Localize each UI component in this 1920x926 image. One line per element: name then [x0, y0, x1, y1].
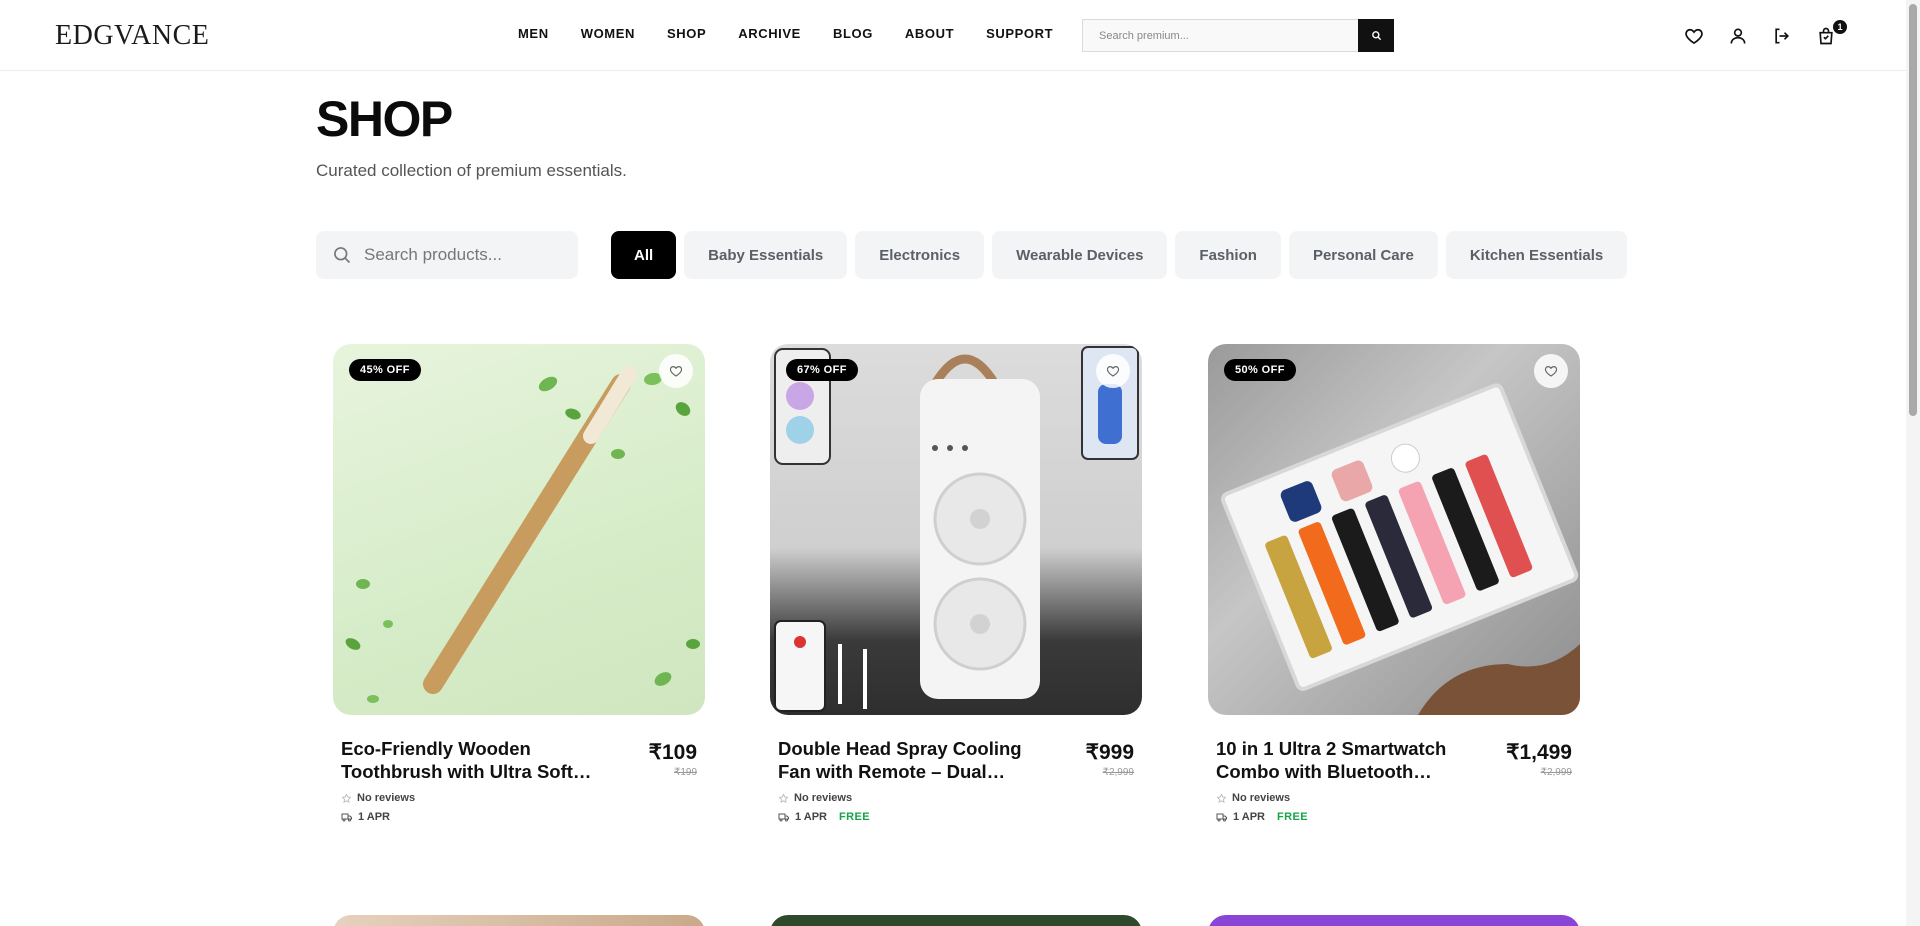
product-card[interactable]: 45% OFF Eco-Friendly Wooden Toothbrush w…	[333, 344, 705, 823]
product-search-input[interactable]	[364, 231, 569, 279]
category-chip-personal-care[interactable]: Personal Care	[1288, 231, 1438, 279]
heart-icon	[1106, 366, 1120, 377]
discount-badge: 45% OFF	[349, 359, 421, 381]
reviews-text: No reviews	[1232, 792, 1291, 804]
page-scrollbar[interactable]	[1906, 0, 1920, 926]
cart-button[interactable]: 1	[1816, 20, 1860, 50]
logout-button[interactable]	[1772, 22, 1816, 50]
scrollbar-thumb[interactable]	[1909, 4, 1917, 416]
product-delivery: 1 APR FREE	[1216, 811, 1308, 823]
nav-support[interactable]: SUPPORT	[986, 26, 1053, 41]
reviews-text: No reviews	[357, 792, 416, 804]
product-name[interactable]: Double Head Spray Cooling Fan with Remot…	[778, 737, 1046, 783]
product-delivery: 1 APR	[341, 811, 402, 823]
product-image[interactable]: 67% OFF	[770, 344, 1142, 715]
heart-icon	[669, 366, 683, 377]
logout-icon	[1775, 28, 1790, 44]
nav-women[interactable]: WOMEN	[581, 26, 635, 41]
product-name[interactable]: Eco-Friendly Wooden Toothbrush with Ultr…	[341, 737, 609, 783]
product-image[interactable]: 50% OFF	[1208, 344, 1580, 715]
product-image[interactable]: 45% OFF	[333, 344, 705, 715]
page-subtitle: Curated collection of premium essentials…	[316, 161, 627, 180]
discount-badge: 67% OFF	[786, 359, 858, 381]
heart-icon	[1685, 28, 1703, 45]
product-reviews: No reviews	[1216, 792, 1290, 804]
star-icon	[341, 792, 352, 803]
nav-blog[interactable]: BLOG	[833, 26, 873, 41]
product-search	[316, 231, 578, 279]
nav-men[interactable]: MEN	[518, 26, 549, 41]
product-price: ₹109	[648, 741, 697, 764]
product-delivery: 1 APR FREE	[778, 811, 870, 823]
header-search-input[interactable]	[1083, 20, 1359, 51]
product-name[interactable]: 10 in 1 Ultra 2 Smartwatch Combo with Bl…	[1216, 737, 1484, 783]
add-to-wishlist-button[interactable]	[659, 354, 693, 388]
category-chip-electronics[interactable]: Electronics	[855, 231, 985, 279]
smartwatch-combo-illustration	[1220, 383, 1580, 715]
add-to-wishlist-button[interactable]	[1534, 354, 1568, 388]
category-filters: All Baby Essentials Electronics Wearable…	[611, 231, 1635, 279]
header-search	[1082, 19, 1394, 52]
delivery-date: 1 APR	[1233, 811, 1265, 823]
wishlist-button[interactable]	[1684, 22, 1728, 50]
truck-icon	[1216, 813, 1227, 822]
main-nav: MEN WOMEN SHOP ARCHIVE BLOG ABOUT SUPPOR…	[518, 26, 1085, 41]
add-to-wishlist-button[interactable]	[1096, 354, 1130, 388]
cart-count-badge: 1	[1833, 20, 1847, 34]
search-icon	[1371, 31, 1381, 41]
truck-icon	[341, 813, 352, 822]
page-title: SHOP	[316, 91, 453, 147]
header-search-button[interactable]	[1358, 19, 1394, 52]
product-reviews: No reviews	[778, 792, 852, 804]
cooling-fan-illustration	[774, 346, 1139, 712]
category-chip-all[interactable]: All	[611, 231, 677, 279]
product-original-price: ₹199	[673, 767, 697, 778]
discount-badge: 50% OFF	[1224, 359, 1296, 381]
category-chip-wearable-devices[interactable]: Wearable Devices	[992, 231, 1168, 279]
nav-about[interactable]: ABOUT	[905, 26, 954, 41]
product-card-image-partial[interactable]	[333, 915, 705, 926]
product-reviews: No reviews	[341, 792, 415, 804]
heart-icon	[1544, 366, 1558, 377]
star-icon	[778, 792, 789, 803]
nav-archive[interactable]: ARCHIVE	[738, 26, 801, 41]
delivery-date: 1 APR	[795, 811, 827, 823]
product-card[interactable]: 67% OFF Double Head Spray Cooling Fan wi…	[770, 344, 1142, 823]
category-chip-baby-essentials[interactable]: Baby Essentials	[684, 231, 848, 279]
site-logo[interactable]: EDGVANCE	[55, 20, 209, 52]
site-header: EDGVANCE MEN WOMEN SHOP ARCHIVE BLOG ABO…	[0, 0, 1920, 71]
reviews-text: No reviews	[794, 792, 853, 804]
category-chip-fashion[interactable]: Fashion	[1175, 231, 1281, 279]
product-original-price: ₹2,999	[1540, 767, 1572, 778]
nav-shop[interactable]: SHOP	[667, 26, 706, 41]
product-original-price: ₹2,999	[1102, 767, 1134, 778]
search-icon	[334, 247, 351, 264]
product-card[interactable]: 50% OFF 10 in 1 Ultra 2 Smartwatch Combo…	[1208, 344, 1580, 823]
delivery-date: 1 APR	[358, 811, 390, 823]
product-price: ₹999	[1085, 741, 1134, 764]
category-chip-kitchen-essentials[interactable]: Kitchen Essentials	[1445, 231, 1628, 279]
product-card-image-partial[interactable]	[770, 915, 1142, 926]
free-shipping-label: FREE	[1277, 811, 1308, 823]
truck-icon	[778, 813, 789, 822]
star-icon	[1216, 792, 1227, 803]
header-actions: 1	[1684, 20, 1860, 50]
product-card-image-partial[interactable]	[1208, 915, 1580, 926]
toothbrush-illustration	[345, 366, 700, 703]
free-shipping-label: FREE	[839, 811, 870, 823]
product-price: ₹1,499	[1506, 741, 1572, 764]
account-button[interactable]	[1728, 22, 1772, 50]
user-icon	[1730, 28, 1746, 44]
